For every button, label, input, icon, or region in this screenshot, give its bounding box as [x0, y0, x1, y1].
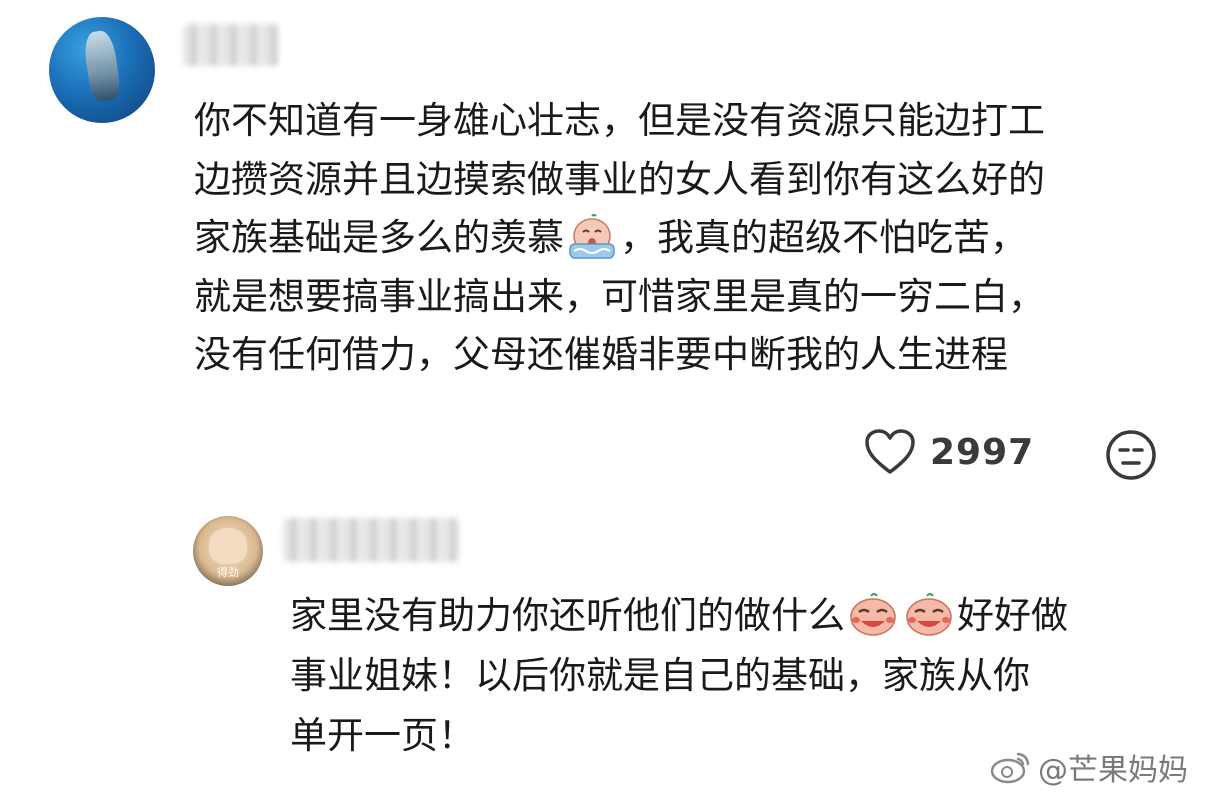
like-count: 2997: [930, 431, 1035, 473]
face-emoji-icon[interactable]: [1105, 429, 1157, 481]
reply-username-blurred[interactable]: [283, 518, 459, 562]
comment-line: 边攒资源并且边摸索做事业的女人看到你有这么好的: [194, 157, 1045, 201]
comment-line: 家族基础是多么的羡慕 ，我真的超级不怕吃苦，: [194, 209, 1045, 268]
comment-line: 你不知道有一身雄心壮志，但是没有资源只能边打工: [194, 99, 1045, 142]
laughing-emoji-icon: [850, 592, 896, 636]
comment-body: 你不知道有一身雄心壮志，但是没有资源只能边打工 边攒资源并且边摸索做事业的女人看…: [194, 92, 1045, 385]
reply-line: 单开一页！: [290, 714, 475, 757]
comment-line: 就是想要搞事业搞出来，可惜家里是真的一穷二白，: [194, 274, 1045, 318]
reply-segment: 好好做: [957, 594, 1068, 637]
watermark: @芒果妈妈: [990, 745, 1188, 789]
laughing-emoji-icon: [906, 592, 952, 636]
like-button[interactable]: 2997: [864, 428, 1034, 476]
comment-segment: ，我真的超级不怕吃苦，: [620, 216, 1027, 259]
reply-segment: 家里没有助力你还听他们的做什么: [290, 594, 845, 637]
avatar-figure: [82, 29, 122, 103]
watermark-text: @芒果妈妈: [1038, 753, 1188, 788]
reply-avatar[interactable]: 得劲: [193, 516, 263, 586]
heart-icon[interactable]: [864, 428, 916, 476]
crying-emoji-icon: [569, 213, 615, 259]
avatar-figure: [209, 528, 247, 564]
weibo-logo-icon: [990, 752, 1030, 784]
username-blurred[interactable]: [183, 24, 279, 66]
avatar[interactable]: [49, 17, 155, 123]
reply-line: 家里没有助力你还听他们的做什么 好好做: [290, 586, 1068, 646]
comment-line: 没有任何借力，父母还催婚非要中断我的人生进程: [194, 333, 1008, 376]
avatar-caption: 得劲: [217, 566, 239, 579]
comment-segment: 家族基础是多么的羡慕: [194, 216, 564, 259]
reply-line: 事业姐妹！以后你就是自己的基础，家族从你: [290, 654, 1030, 697]
reply-body: 家里没有助力你还听他们的做什么 好好做 事业姐妹！以后你就是自己的基础，家族从你…: [290, 586, 1068, 766]
